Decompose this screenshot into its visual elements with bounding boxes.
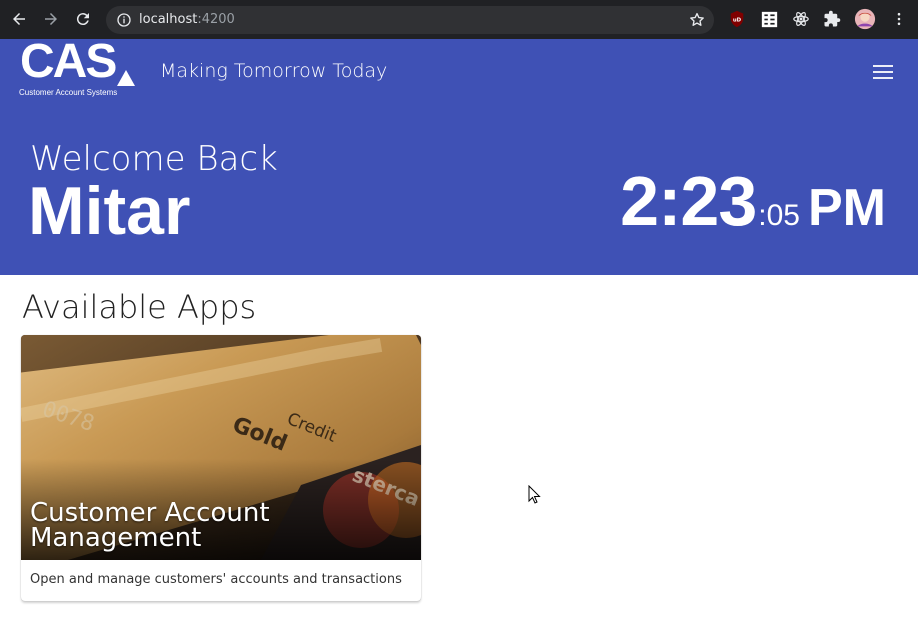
tagline: Making Tomorrow Today <box>160 60 388 82</box>
logo-triangle-icon <box>117 70 135 86</box>
info-icon[interactable] <box>116 12 132 28</box>
forward-arrow-icon[interactable] <box>40 8 62 30</box>
card-title: Customer Account Management <box>30 498 270 553</box>
app-header: CAS Customer Account Systems Making Tomo… <box>0 38 918 275</box>
clock-seconds: :05 <box>758 199 800 232</box>
profile-avatar[interactable] <box>853 7 877 31</box>
mouse-cursor-icon <box>528 485 541 504</box>
url-text: localhost:4200 <box>139 12 235 27</box>
extensions-puzzle-icon[interactable] <box>822 9 842 29</box>
clock-ampm: PM <box>808 179 886 237</box>
more-vert-icon[interactable] <box>889 9 909 29</box>
ublock-extension-icon[interactable]: uD <box>727 9 747 29</box>
reader-extension-icon[interactable] <box>759 9 779 29</box>
reload-icon[interactable] <box>72 8 94 30</box>
react-devtools-icon[interactable] <box>791 9 811 29</box>
section-title: Available Apps <box>22 288 257 326</box>
app-card[interactable]: Credit Gold 0078 sterca Customer Account… <box>21 335 421 601</box>
clock-hours-minutes: 2:23 <box>620 162 757 240</box>
back-arrow-icon[interactable] <box>8 8 30 30</box>
user-name: Mitar <box>28 173 191 249</box>
bookmark-star-icon[interactable] <box>688 11 706 29</box>
cas-logo[interactable]: CAS Customer Account Systems <box>19 38 141 97</box>
browser-toolbar: localhost:4200 uD <box>0 0 918 39</box>
svg-text:uD: uD <box>733 17 742 23</box>
clock: 2:23 :05 PM <box>620 161 886 241</box>
hamburger-menu-icon[interactable] <box>873 65 893 79</box>
card-description: Open and manage customers' accounts and … <box>30 572 402 587</box>
address-bar[interactable]: localhost:4200 <box>106 6 714 34</box>
